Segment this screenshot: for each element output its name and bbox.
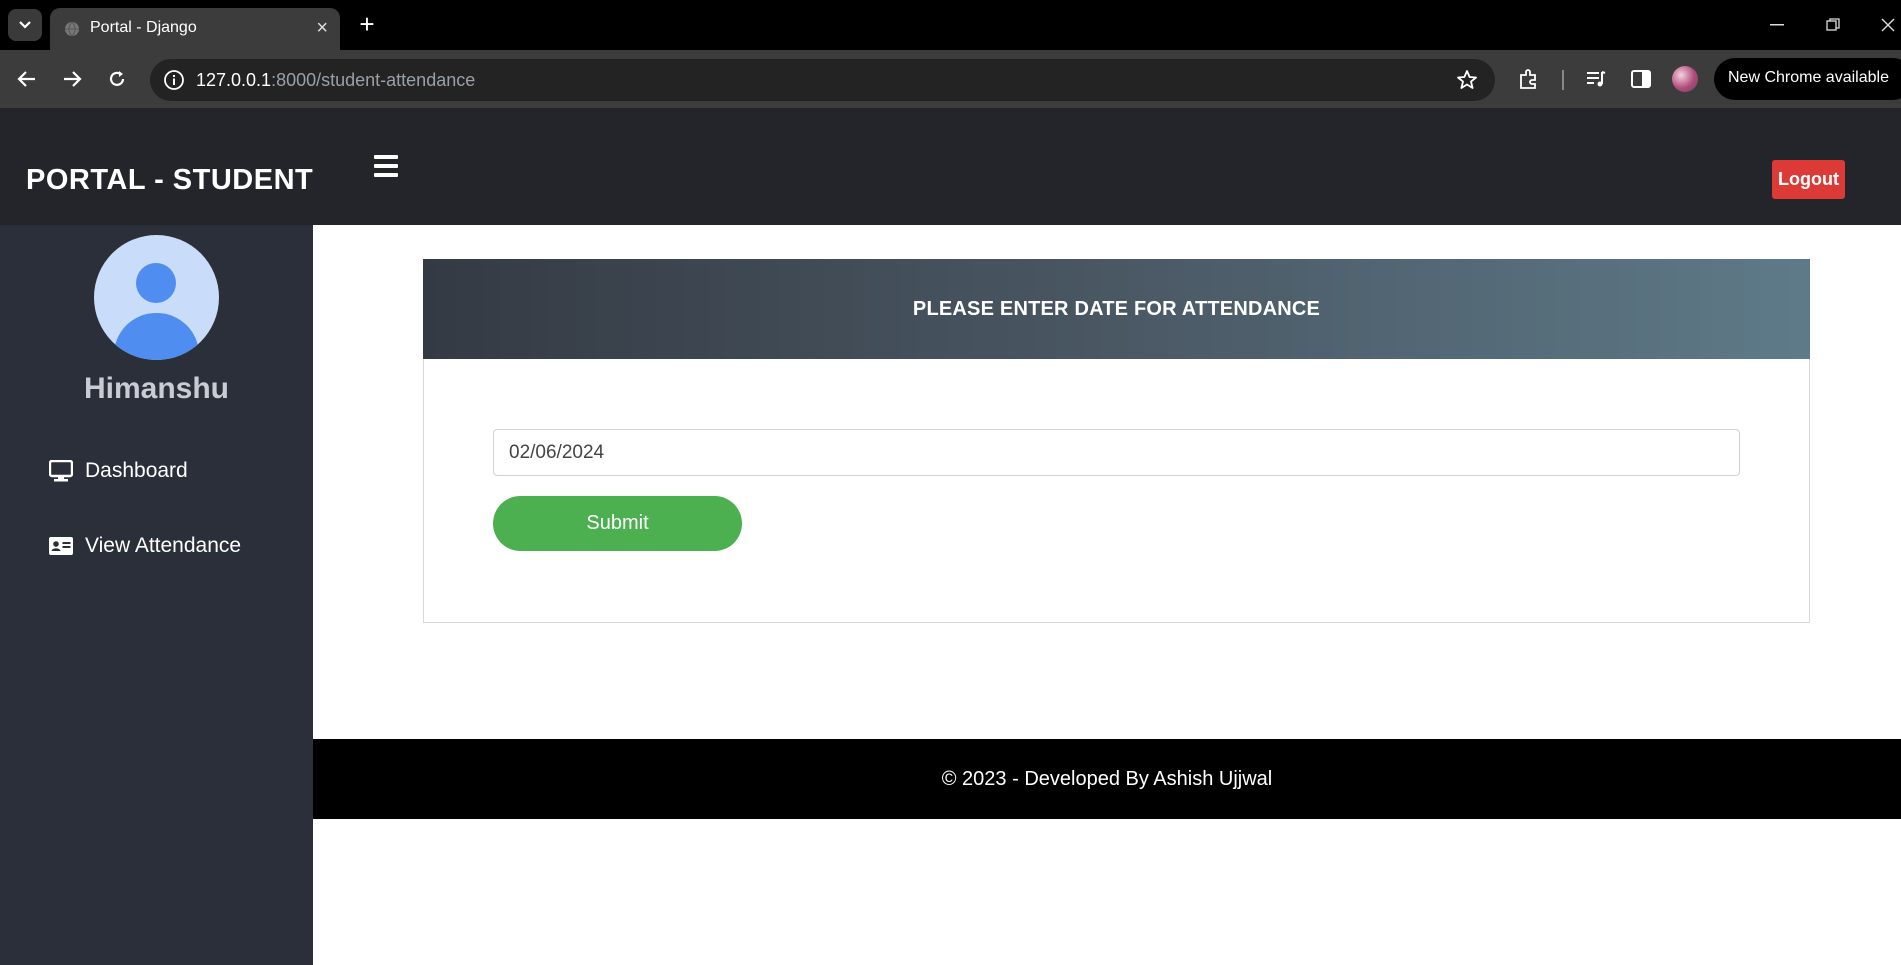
url-path: :8000/student-attendance: [271, 70, 476, 90]
extensions-icon[interactable]: [1516, 66, 1542, 92]
minimize-icon[interactable]: [1763, 12, 1791, 38]
card-title: PLEASE ENTER DATE FOR ATTENDANCE: [423, 259, 1810, 359]
media-controls-icon[interactable]: [1583, 66, 1609, 92]
update-label: New Chrome available: [1728, 69, 1889, 86]
back-button[interactable]: [11, 63, 43, 95]
hamburger-menu-icon[interactable]: [374, 155, 398, 177]
reload-icon: [109, 71, 125, 86]
tab-title: Portal - Django: [90, 19, 197, 36]
brand-title[interactable]: PORTAL - STUDENT: [26, 164, 313, 197]
submit-button[interactable]: Submit: [493, 496, 742, 551]
sidebar-item-dashboard[interactable]: Dashboard: [49, 456, 289, 486]
tab-search-button[interactable]: [8, 9, 42, 41]
id-card-icon: [49, 537, 73, 555]
footer: © 2023 - Developed By Ashish Ujjwal: [313, 739, 1901, 819]
arrow-left-icon: [17, 71, 35, 87]
restore-icon[interactable]: [1819, 12, 1847, 38]
monitor-icon: [49, 460, 73, 482]
url-text[interactable]: 127.0.0.1:8000/student-attendance: [196, 70, 475, 91]
site-info-icon[interactable]: [162, 68, 186, 92]
tab-close-icon[interactable]: ×: [316, 17, 328, 40]
chrome-update-button[interactable]: New Chrome available: [1714, 58, 1901, 100]
reload-button[interactable]: [101, 63, 133, 95]
profile-avatar[interactable]: [1672, 66, 1698, 92]
globe-icon: [65, 21, 79, 37]
sidebar-item-label: Dashboard: [85, 459, 188, 482]
bookmark-star-icon[interactable]: [1455, 68, 1479, 92]
toolbar-divider: [1562, 70, 1564, 90]
new-tab-button[interactable]: +: [352, 10, 382, 40]
address-bar[interactable]: 127.0.0.1:8000/student-attendance: [150, 59, 1495, 101]
user-name: Himanshu: [83, 372, 230, 405]
logout-button[interactable]: Logout: [1772, 160, 1845, 199]
chevron-down-icon: [19, 21, 31, 29]
forward-button[interactable]: [56, 63, 88, 95]
date-input[interactable]: [493, 429, 1740, 476]
browser-tab[interactable]: Portal - Django ×: [50, 8, 340, 50]
url-host: 127.0.0.1: [196, 70, 272, 90]
side-panel-icon[interactable]: [1628, 66, 1654, 92]
window-close-icon[interactable]: [1874, 12, 1901, 38]
footer-text: © 2023 - Developed By Ashish Ujjwal: [941, 767, 1273, 790]
sidebar-item-view-attendance[interactable]: View Attendance: [49, 531, 289, 561]
sidebar-item-label: View Attendance: [85, 534, 242, 557]
avatar: [94, 235, 219, 360]
arrow-right-icon: [64, 71, 82, 87]
